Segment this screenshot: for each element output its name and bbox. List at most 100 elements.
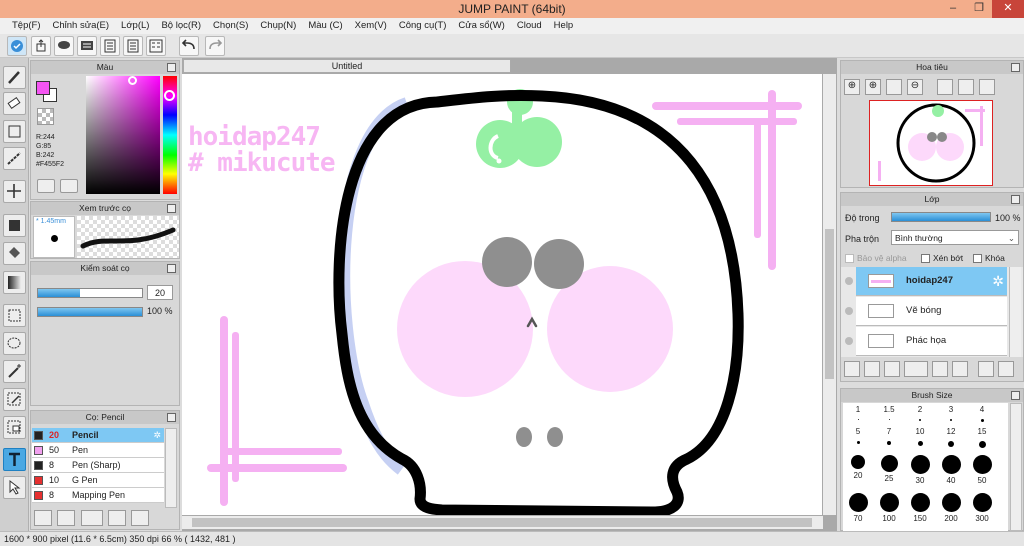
menu-select[interactable]: Chọn(S) xyxy=(207,18,254,34)
main-color-swatch[interactable] xyxy=(36,81,50,95)
brush-size-dot[interactable] xyxy=(980,419,984,422)
magic-wand-tool-icon[interactable] xyxy=(3,360,26,383)
shape-tool-icon[interactable] xyxy=(3,120,26,143)
select-rect-tool-icon[interactable] xyxy=(3,304,26,327)
brush-item-mapping-pen[interactable]: 8 Mapping Pen xyxy=(32,488,164,503)
operation-tool-icon[interactable] xyxy=(3,476,26,499)
clip-checkbox[interactable]: Xén bớt xyxy=(921,253,963,264)
brush-size-dot[interactable] xyxy=(917,441,923,446)
check-icon[interactable] xyxy=(7,36,27,56)
brush-size-dot[interactable] xyxy=(887,441,891,445)
brush-item-pencil[interactable]: 20 Pencil ✲ xyxy=(32,428,164,443)
brush-size-dot[interactable] xyxy=(950,419,952,421)
layer-menu-icon[interactable] xyxy=(904,361,928,377)
zoom-fit-icon[interactable]: ⊕ xyxy=(865,79,881,95)
undo-icon[interactable] xyxy=(179,36,199,56)
palette-icon[interactable] xyxy=(37,179,55,193)
brush-size-dot[interactable] xyxy=(857,419,859,420)
brush-item-g-pen[interactable]: 10 G Pen xyxy=(32,473,164,488)
eraser-tool-icon[interactable] xyxy=(3,92,26,115)
brush-item-pen-sharp[interactable]: 8 Pen (Sharp) xyxy=(32,458,164,473)
new-brush-icon[interactable] xyxy=(57,510,75,526)
brush-size-dot[interactable] xyxy=(848,493,868,512)
brush-size-dot[interactable] xyxy=(919,419,921,421)
menu-filter[interactable]: Bộ lọc(R) xyxy=(155,18,207,34)
gear-icon[interactable]: ✲ xyxy=(153,428,161,443)
layer-row-hoidap247[interactable]: hoidap247 ✲ xyxy=(856,267,1007,296)
brush-list-scrollbar[interactable] xyxy=(165,428,177,508)
list-icon[interactable] xyxy=(123,36,143,56)
menu-color[interactable]: Màu (C) xyxy=(302,18,348,34)
maximize-icon[interactable]: ❐ xyxy=(966,0,992,18)
text-tool-icon[interactable] xyxy=(3,448,26,471)
drawing-canvas[interactable]: hoidap247 # mikucute xyxy=(182,74,822,515)
brush-size-dot[interactable] xyxy=(972,493,992,512)
gear-icon[interactable]: ✲ xyxy=(992,273,1004,290)
brush-size-dot[interactable] xyxy=(948,441,954,447)
line-tool-icon[interactable] xyxy=(3,147,26,170)
undock-icon[interactable] xyxy=(167,264,176,273)
lasso-tool-icon[interactable] xyxy=(3,332,26,355)
navigator-thumbnail[interactable] xyxy=(869,100,993,186)
vertical-scrollbar[interactable] xyxy=(823,74,836,515)
transparent-swatch[interactable] xyxy=(37,108,54,125)
menu-help[interactable]: Help xyxy=(548,18,580,34)
brush-item-pen[interactable]: 50 Pen xyxy=(32,443,164,458)
menu-window[interactable]: Cửa sổ(W) xyxy=(452,18,510,34)
copy-brush-icon[interactable] xyxy=(108,510,126,526)
fill-rect-tool-icon[interactable] xyxy=(3,214,26,237)
brush-size-dot[interactable] xyxy=(851,455,865,469)
close-icon[interactable]: ✕ xyxy=(992,0,1024,18)
brush-tool-icon[interactable] xyxy=(3,66,26,89)
undock-icon[interactable] xyxy=(1011,63,1020,72)
sv-cursor[interactable] xyxy=(128,76,137,85)
hue-slider[interactable] xyxy=(163,76,177,194)
undock-icon[interactable] xyxy=(167,413,176,422)
rotate-right-icon[interactable] xyxy=(979,79,995,95)
brush-size-dot[interactable] xyxy=(941,493,961,512)
layer-scrollbar[interactable] xyxy=(1009,267,1021,357)
undock-icon[interactable] xyxy=(1011,391,1020,400)
menu-view[interactable]: Xem(V) xyxy=(349,18,393,34)
menu-tools[interactable]: Công cụ(T) xyxy=(393,18,453,34)
brush-size-dot[interactable] xyxy=(941,455,961,474)
brush-size-dot[interactable] xyxy=(880,455,898,472)
folder-icon[interactable] xyxy=(131,510,149,526)
minimize-icon[interactable]: ‒ xyxy=(940,0,966,18)
brush-opacity-slider[interactable] xyxy=(37,307,143,317)
checklist-icon[interactable] xyxy=(146,36,166,56)
horizontal-scrollbar[interactable] xyxy=(182,516,823,529)
bucket-tool-icon[interactable] xyxy=(3,242,26,265)
brush-size-slider[interactable] xyxy=(37,288,143,298)
duplicate-icon[interactable] xyxy=(978,361,994,377)
layer-row-shadow[interactable]: Vẽ bóng xyxy=(856,297,1007,326)
brush-size-dot[interactable] xyxy=(910,455,930,474)
saturation-value-picker[interactable] xyxy=(86,76,160,194)
menu-edit[interactable]: Chỉnh sửa(E) xyxy=(47,18,116,34)
layer-row-sketch[interactable]: Phác họa xyxy=(856,327,1007,356)
visibility-icon[interactable] xyxy=(845,337,853,345)
message-icon[interactable] xyxy=(77,36,97,56)
document-icon[interactable] xyxy=(100,36,120,56)
reset-view-icon[interactable] xyxy=(958,79,974,95)
merge-icon[interactable] xyxy=(998,361,1014,377)
menu-layer[interactable]: Lớp(L) xyxy=(115,18,155,34)
canvas-tab[interactable]: Untitled xyxy=(183,59,511,73)
brush-size-grid[interactable]: 1 1.5 2 3 4 5 7 10 12 15 20 25 30 40 50 70 100 150 200 300 xyxy=(843,403,1008,531)
rotate-left-icon[interactable] xyxy=(937,79,953,95)
brush-size-dot[interactable] xyxy=(888,419,890,420)
tree-icon[interactable] xyxy=(34,510,52,526)
select-pen-tool-icon[interactable] xyxy=(3,388,26,411)
select-eraser-tool-icon[interactable] xyxy=(3,416,26,439)
new-raster-layer-icon[interactable] xyxy=(864,361,880,377)
undock-icon[interactable] xyxy=(1011,195,1020,204)
blend-mode-select[interactable]: Bình thường ⌄ xyxy=(891,230,1019,245)
layer-opacity-slider[interactable] xyxy=(891,212,991,222)
folder-icon[interactable] xyxy=(952,361,968,377)
delete-layer-icon[interactable] xyxy=(932,361,948,377)
brush-size-dot[interactable] xyxy=(879,493,899,512)
lock-checkbox[interactable]: Khóa xyxy=(973,253,1005,264)
zoom-out-icon[interactable]: ⊖ xyxy=(907,79,923,95)
fit-window-icon[interactable] xyxy=(886,79,902,95)
hue-cursor[interactable] xyxy=(164,90,175,101)
